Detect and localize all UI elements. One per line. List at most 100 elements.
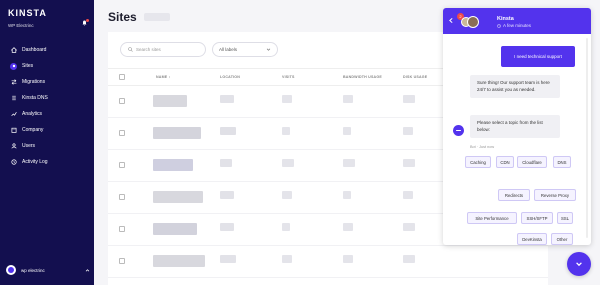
- redacted-cell: [403, 255, 415, 263]
- sidebar-item-label: Kinsta DNS: [22, 95, 48, 101]
- sidebar-item-label: Company: [22, 127, 44, 133]
- chat-toggle-button[interactable]: [567, 252, 591, 276]
- bot-message: Sure thing! Our support team is here 24/…: [470, 75, 560, 98]
- chat-time-text: A few minutes: [503, 23, 532, 28]
- kinsta-logo[interactable]: KINSTA: [8, 8, 47, 18]
- redacted-cell: [282, 223, 290, 231]
- redacted-cell: [220, 191, 234, 199]
- sidebar-item-label: Activity Log: [22, 159, 48, 165]
- row-checkbox[interactable]: [119, 226, 125, 232]
- chat-scrollbar[interactable]: [586, 38, 588, 238]
- redacted-cell: [282, 95, 292, 103]
- sidebar-item-label: Dashboard: [22, 47, 47, 53]
- column-location[interactable]: LOCATION: [220, 75, 240, 79]
- migrations-icon: [10, 79, 17, 86]
- redacted-cell: [403, 159, 415, 167]
- dns-icon: [10, 95, 17, 102]
- topic-option-site-performance[interactable]: Site Performance: [467, 212, 517, 224]
- chevron-up-icon: [85, 268, 90, 272]
- select-all-checkbox[interactable]: [119, 74, 125, 80]
- redacted-cell: [343, 255, 353, 263]
- company-icon: [10, 127, 17, 134]
- labels-select[interactable]: All labels: [212, 42, 278, 57]
- search-icon: [128, 47, 133, 52]
- sidebar-item-analytics[interactable]: Analytics: [0, 106, 94, 122]
- redacted-cell: [343, 159, 355, 167]
- row-checkbox[interactable]: [119, 130, 125, 136]
- sidebar-item-label: Users: [22, 143, 36, 149]
- back-arrow-icon[interactable]: [448, 17, 454, 24]
- row-checkbox[interactable]: [119, 98, 125, 104]
- redacted-cell: [153, 159, 193, 171]
- redacted-site-count: [144, 13, 170, 21]
- redacted-cell: [220, 95, 234, 103]
- sidebar-item-label: Migrations: [22, 79, 46, 85]
- chat-response-time: A few minutes: [497, 23, 531, 28]
- topic-option-cloudflare[interactable]: Cloudflare: [517, 156, 547, 168]
- chevron-down-icon: [266, 48, 271, 51]
- redacted-cell: [153, 223, 197, 235]
- topic-option-other[interactable]: Other: [551, 233, 573, 245]
- column-bandwidth[interactable]: BANDWIDTH USAGE: [343, 75, 382, 79]
- topic-option-cdn[interactable]: CDN: [496, 156, 514, 168]
- bot-message-meta: Bot · Just now: [470, 145, 495, 149]
- redacted-cell: [220, 223, 234, 231]
- row-checkbox[interactable]: [119, 162, 125, 168]
- page-title: Sites: [108, 10, 137, 24]
- sidebar-item-label: Sites: [22, 63, 34, 69]
- sidebar-item-users[interactable]: Users: [0, 138, 94, 154]
- redacted-cell: [403, 95, 415, 103]
- notification-dot: [86, 19, 89, 22]
- topic-option-devkinsta[interactable]: DevKinsta: [517, 233, 547, 245]
- labels-select-value: All labels: [219, 47, 238, 52]
- column-name[interactable]: NAME ↕: [156, 75, 171, 79]
- activity-log-icon: [10, 159, 17, 166]
- redacted-cell: [403, 127, 413, 135]
- redacted-cell: [343, 95, 353, 103]
- sidebar-item-dashboard[interactable]: Dashboard: [0, 42, 94, 58]
- redacted-cell: [220, 127, 236, 135]
- redacted-cell: [343, 223, 353, 231]
- column-visits[interactable]: VISITS: [282, 75, 295, 79]
- sidebar-item-migrations[interactable]: Migrations: [0, 74, 94, 90]
- bot-message: Please select a topic from the list belo…: [470, 115, 560, 138]
- topic-option-ssl[interactable]: SSL: [557, 212, 573, 224]
- redacted-cell: [282, 191, 292, 199]
- redacted-cell: [220, 159, 232, 167]
- redacted-cell: [153, 127, 201, 139]
- sidebar-item-kinsta-dns[interactable]: Kinsta DNS: [0, 90, 94, 106]
- row-checkbox[interactable]: [119, 194, 125, 200]
- user-message: I need technical support: [501, 46, 575, 67]
- redacted-cell: [282, 255, 292, 263]
- search-placeholder: Search sites: [136, 47, 161, 52]
- chevron-down-icon: [576, 262, 582, 267]
- table-row[interactable]: [108, 246, 548, 278]
- account-switcher[interactable]: wp electrinc: [6, 265, 90, 275]
- search-input[interactable]: Search sites: [120, 42, 206, 57]
- topic-option-redirects[interactable]: Redirects: [498, 189, 530, 201]
- redacted-cell: [153, 255, 205, 267]
- row-checkbox[interactable]: [119, 258, 125, 264]
- redacted-cell: [220, 255, 236, 263]
- redacted-cell: [403, 191, 413, 199]
- chat-header: 2 Kinsta A few minutes: [443, 8, 591, 34]
- chat-agent-name: Kinsta: [497, 16, 514, 22]
- topic-option-ssh-sftp[interactable]: SSH/SFTP: [521, 212, 553, 224]
- sidebar-item-company[interactable]: Company: [0, 122, 94, 138]
- redacted-cell: [282, 159, 294, 167]
- company-name: WP Electrinc: [8, 23, 34, 28]
- redacted-cell: [282, 127, 290, 135]
- sidebar-item-sites[interactable]: Sites: [0, 58, 94, 74]
- users-icon: [10, 143, 17, 150]
- sidebar-item-activity-log[interactable]: Activity Log: [0, 154, 94, 170]
- redacted-cell: [403, 223, 415, 231]
- clock-icon: [497, 23, 501, 28]
- home-icon: [10, 47, 17, 54]
- support-chat-window: 2 Kinsta A few minutes I need technical …: [443, 8, 591, 245]
- topic-option-reverse-proxy[interactable]: Reverse Proxy: [534, 189, 576, 201]
- topic-option-dns[interactable]: DNS: [553, 156, 571, 168]
- account-name: wp electrinc: [21, 267, 45, 273]
- topic-option-caching[interactable]: Caching: [465, 156, 491, 168]
- column-disk-usage[interactable]: DISK USAGE: [403, 75, 427, 79]
- sidebar-item-label: Analytics: [22, 111, 43, 117]
